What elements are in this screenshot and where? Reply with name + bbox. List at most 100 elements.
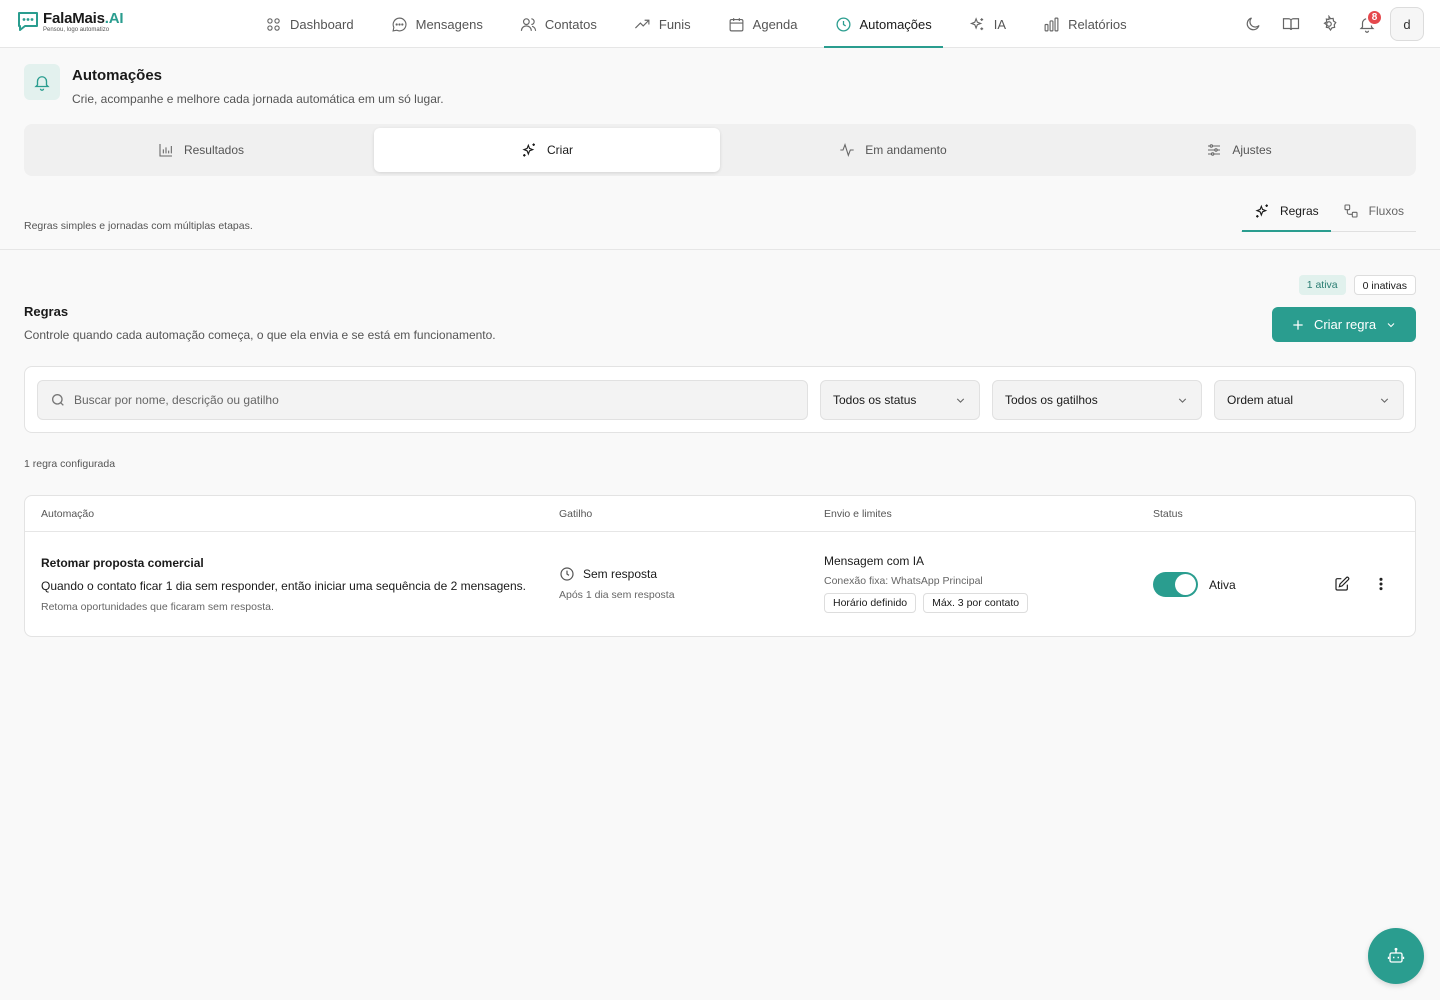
flow-icon [1344, 204, 1358, 218]
subtab-fluxos[interactable]: Fluxos [1331, 190, 1416, 232]
book-icon [1282, 18, 1300, 31]
theme-toggle-button[interactable] [1234, 5, 1272, 43]
nav-label: Agenda [752, 16, 798, 32]
nav-label: IA [993, 16, 1007, 32]
status-filter-select[interactable]: Todos os status [820, 380, 980, 420]
top-actions: 8 d [1234, 0, 1424, 48]
bot-icon [1387, 947, 1405, 963]
clock-icon [560, 567, 574, 581]
nav-label: Mensagens [415, 16, 483, 32]
tab-label: Criar [547, 143, 573, 157]
limit-chip: Horário definido [824, 593, 917, 613]
trigger-filter-select[interactable]: Todos os gatilhos [992, 380, 1202, 420]
brand-name: FalaMais.AI [43, 10, 124, 27]
nav-relatorios[interactable]: Relatórios [1032, 0, 1138, 48]
more-vertical-icon [1379, 577, 1383, 591]
send-cell: Mensagem com IA Conexão fixa: WhatsApp P… [824, 554, 1035, 613]
plus-icon [1293, 319, 1303, 330]
subtab-label: Fluxos [1368, 204, 1404, 218]
section-description: Regras simples e jornadas com múltiplas … [24, 220, 253, 232]
notification-badge: 8 [1366, 9, 1383, 26]
main-nav: Dashboard Mensagens Contatos Funis Agend… [254, 0, 1153, 48]
nav-label: Automações [859, 16, 932, 32]
header-automacao: Automação [41, 508, 95, 520]
status-label: Ativa [1209, 577, 1236, 592]
clock-icon [835, 16, 851, 32]
nav-label: Dashboard [290, 16, 354, 32]
nav-automacoes[interactable]: Automações [823, 0, 944, 48]
tab-label: Em andamento [865, 143, 947, 157]
trigger-name: Sem resposta [583, 567, 658, 581]
chevron-down-icon [1387, 322, 1395, 327]
nav-funis[interactable]: Funis [623, 0, 702, 48]
nav-mensagens[interactable]: Mensagens [380, 0, 494, 48]
nav-dashboard[interactable]: Dashboard [254, 0, 365, 48]
automation-note: Retoma oportunidades que ficaram sem res… [41, 601, 274, 613]
tab-criar[interactable]: Criar [374, 128, 720, 172]
nav-label: Funis [658, 16, 691, 32]
tab-ajustes[interactable]: Ajustes [1066, 128, 1412, 172]
main-tabs: Resultados Criar Em andamento Ajustes [24, 124, 1416, 176]
nav-label: Contatos [544, 16, 597, 32]
trigger-cell: Sem resposta Após 1 dia sem resposta [559, 566, 675, 601]
chat-icon [392, 17, 407, 32]
automation-description: Quando o contato ficar 1 dia sem respond… [41, 579, 526, 593]
table-row: Retomar proposta comercial Quando o cont… [25, 532, 1415, 637]
assistant-fab-button[interactable] [1368, 928, 1424, 984]
activity-icon [840, 143, 854, 157]
notifications-button[interactable]: 8 [1348, 5, 1386, 43]
sliders-icon [1208, 144, 1221, 156]
moon-icon [1246, 17, 1260, 31]
status-filter-value: Todos os status [833, 393, 917, 407]
edit-button[interactable] [1330, 572, 1354, 596]
logo[interactable]: FalaMais.AI Pensou, logo automatizo [16, 10, 124, 34]
chevron-down-icon [956, 397, 965, 403]
page-subtitle: Crie, acompanhe e melhore cada jornada a… [72, 92, 444, 106]
section-subtabs: Regras Fluxos [1241, 190, 1416, 232]
tab-em-andamento[interactable]: Em andamento [720, 128, 1066, 172]
page-title: Automações [72, 67, 163, 84]
tab-label: Resultados [183, 143, 245, 157]
bar-chart-icon [1044, 17, 1059, 31]
subtab-label: Regras [1279, 204, 1319, 218]
nav-agenda[interactable]: Agenda [717, 0, 809, 48]
gear-icon [1323, 15, 1337, 32]
nav-ia[interactable]: IA [958, 0, 1017, 48]
header-envio: Envio e limites [824, 508, 892, 520]
more-options-button[interactable] [1369, 572, 1393, 596]
grid-icon [267, 17, 280, 31]
sparkles-icon [969, 16, 983, 30]
section-divider [0, 249, 1440, 250]
page-header: Automações Crie, acompanhe e melhore cad… [24, 64, 444, 106]
docs-button[interactable] [1272, 5, 1310, 43]
chevron-down-icon [1380, 397, 1389, 403]
users-icon [520, 17, 536, 31]
subtab-regras[interactable]: Regras [1241, 190, 1331, 232]
search-input[interactable] [74, 393, 807, 407]
nav-label: Relatórios [1068, 16, 1127, 32]
rules-table: Automação Gatilho Envio e limites Status… [24, 495, 1416, 637]
automation-cell: Retomar proposta comercial Quando o cont… [41, 556, 526, 613]
avatar[interactable]: d [1390, 7, 1424, 41]
create-rule-label: Criar regra [1313, 317, 1377, 332]
nav-contatos[interactable]: Contatos [509, 0, 608, 48]
settings-button[interactable] [1310, 5, 1348, 43]
header-status: Status [1153, 508, 1183, 520]
tab-label: Ajustes [1232, 143, 1272, 157]
active-count-badge: 1 ativa [1298, 275, 1346, 295]
chevron-down-icon [1178, 397, 1187, 403]
bell-icon [34, 76, 50, 91]
page-icon-box [24, 64, 60, 100]
rules-title: Regras [24, 304, 69, 319]
tab-resultados[interactable]: Resultados [28, 128, 374, 172]
search-box [37, 380, 808, 420]
sparkles-icon [1255, 204, 1268, 218]
status-pills: 1 ativa 0 inativas [1291, 275, 1416, 295]
status-toggle[interactable] [1153, 572, 1198, 597]
send-connection: Conexão fixa: WhatsApp Principal [824, 575, 983, 587]
bar-chart-icon [159, 144, 172, 157]
status-cell: Ativa [1153, 572, 1236, 597]
rules-count: 1 regra configurada [24, 458, 116, 470]
create-rule-button[interactable]: Criar regra [1272, 307, 1416, 342]
order-select[interactable]: Ordem atual [1214, 380, 1404, 420]
